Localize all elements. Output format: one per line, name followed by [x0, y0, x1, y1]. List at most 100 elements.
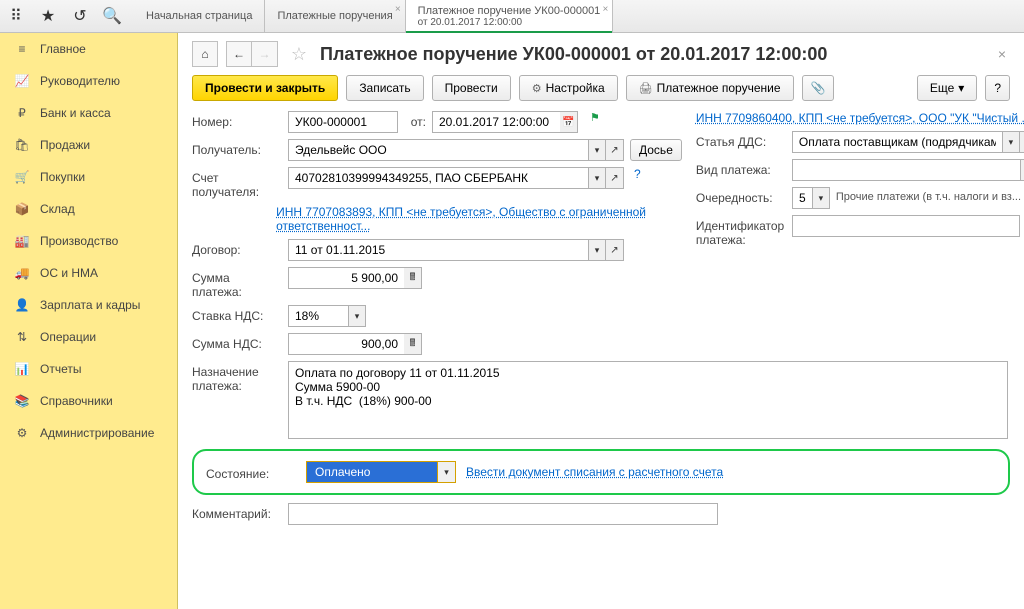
back-button[interactable]: ←	[226, 41, 252, 67]
dds-label: Статья ДДС:	[696, 131, 786, 149]
close-icon[interactable]: ×	[395, 4, 401, 15]
sidebar-item-bank[interactable]: ₽ Банк и касса	[0, 97, 177, 129]
post-button[interactable]: Провести	[432, 75, 511, 101]
status-select[interactable]: Оплачено ▾	[306, 461, 456, 483]
apps-icon[interactable]: ⠿	[0, 0, 32, 32]
dropdown-icon[interactable]: ▾	[588, 167, 606, 189]
org-inn-link[interactable]: ИНН 7709860400, КПП <не требуется>, ООО …	[696, 111, 1024, 125]
status-panel: Состояние: Оплачено ▾ Ввести документ сп…	[192, 449, 1010, 495]
person-icon: 👤	[14, 298, 30, 312]
sidebar-item-reports[interactable]: 📊Отчеты	[0, 353, 177, 385]
ident-label: Идентификатор платежа:	[696, 215, 786, 247]
favorite-button[interactable]: ☆	[286, 41, 312, 67]
paytype-label: Вид платежа:	[696, 159, 786, 177]
tab-payments[interactable]: Платежные поручения ×	[265, 0, 405, 32]
date-input[interactable]	[432, 111, 560, 133]
sidebar-item-production[interactable]: 🏭 Производство	[0, 225, 177, 257]
settings-button[interactable]: ⚙Настройка	[519, 75, 618, 101]
calculator-icon[interactable]: 🖩	[404, 333, 422, 355]
print-button[interactable]: 🖨Платежное поручение	[626, 75, 794, 101]
tab-home[interactable]: Начальная страница	[134, 0, 265, 32]
sidebar-item-label: Покупки	[40, 170, 85, 184]
flag-icon[interactable]: ⚑	[590, 111, 600, 124]
open-icon[interactable]: ↗	[606, 239, 624, 261]
dropdown-icon[interactable]: ▾	[588, 239, 606, 261]
sidebar-item-label: Производство	[40, 234, 118, 248]
dropdown-icon[interactable]: ▾	[437, 462, 455, 482]
gear-icon: ⚙	[14, 426, 30, 440]
page-title: Платежное поручение УК00-000001 от 20.01…	[320, 44, 986, 65]
history-icon[interactable]: ↺	[64, 0, 96, 32]
home-button[interactable]: ⌂	[192, 41, 218, 67]
paytype-input[interactable]	[792, 159, 1020, 181]
search-icon[interactable]: 🔍	[96, 0, 128, 32]
sidebar-item-label: Продажи	[40, 138, 90, 152]
forward-button[interactable]: →	[252, 41, 278, 67]
attach-button[interactable]: 📎	[802, 75, 835, 101]
status-value: Оплачено	[307, 462, 437, 482]
sidebar-item-assets[interactable]: 🚚ОС и НМА	[0, 257, 177, 289]
sum-input[interactable]	[288, 267, 404, 289]
tabs-bar: Начальная страница Платежные поручения ×…	[134, 0, 613, 32]
menu-icon: ≡	[14, 42, 30, 56]
top-toolbar: ⠿ ★ ↺ 🔍 Начальная страница Платежные пор…	[0, 0, 1024, 33]
vat-rate-input[interactable]	[288, 305, 348, 327]
dropdown-icon[interactable]: ▾	[588, 139, 606, 161]
ruble-icon: ₽	[14, 106, 30, 120]
sidebar-item-label: Главное	[40, 42, 86, 56]
purpose-label: Назначение платежа:	[192, 361, 282, 393]
priority-input[interactable]	[792, 187, 812, 209]
dds-input[interactable]	[792, 131, 1002, 153]
recipient-input[interactable]	[288, 139, 588, 161]
sidebar-item-warehouse[interactable]: 📦Склад	[0, 193, 177, 225]
sidebar-item-salary[interactable]: 👤Зарплата и кадры	[0, 289, 177, 321]
close-icon[interactable]: ×	[602, 4, 608, 15]
purpose-textarea[interactable]	[288, 361, 1008, 439]
more-button[interactable]: Еще ▾	[917, 75, 977, 101]
create-writeoff-link[interactable]: Ввести документ списания с расчетного сч…	[466, 465, 723, 479]
help-icon[interactable]: ?	[634, 167, 641, 181]
comment-input[interactable]	[288, 503, 718, 525]
sidebar-item-admin[interactable]: ⚙Администрирование	[0, 417, 177, 449]
sidebar-item-label: Банк и касса	[40, 106, 111, 120]
factory-icon: 🏭	[14, 234, 30, 248]
dropdown-icon[interactable]: ▾	[812, 187, 830, 209]
save-button[interactable]: Записать	[346, 75, 423, 101]
sidebar-item-operations[interactable]: ⇅Операции	[0, 321, 177, 353]
close-button[interactable]: ×	[994, 42, 1010, 66]
print-icon: 🖨	[639, 82, 653, 95]
priority-label: Очередность:	[696, 187, 786, 205]
comment-label: Комментарий:	[192, 503, 282, 521]
calculator-icon[interactable]: 🖩	[404, 267, 422, 289]
date-label: от:	[404, 111, 426, 129]
ident-input[interactable]	[792, 215, 1020, 237]
sidebar-item-purchases[interactable]: 🛒Покупки	[0, 161, 177, 193]
priority-text: Прочие платежи (в т.ч. налоги и вз...	[836, 187, 1021, 203]
contract-input[interactable]	[288, 239, 588, 261]
help-button[interactable]: ?	[985, 75, 1010, 101]
vat-sum-label: Сумма НДС:	[192, 333, 282, 351]
tab-label: Платежные поручения	[277, 10, 392, 22]
number-input[interactable]	[288, 111, 398, 133]
dropdown-icon[interactable]: ▾	[1002, 131, 1020, 153]
tab-payment-doc[interactable]: Платежное поручение УК00-000001 от 20.01…	[406, 0, 614, 32]
account-input[interactable]	[288, 167, 588, 189]
open-icon[interactable]: ↗	[606, 139, 624, 161]
vat-sum-input[interactable]	[288, 333, 404, 355]
open-icon[interactable]: ↗	[1020, 131, 1024, 153]
calendar-icon[interactable]: 📅	[560, 111, 578, 133]
dossier-button[interactable]: Досье	[630, 139, 682, 161]
sidebar-item-manager[interactable]: 📈Руководителю	[0, 65, 177, 97]
star-icon[interactable]: ★	[32, 0, 64, 32]
submit-close-button[interactable]: Провести и закрыть	[192, 75, 338, 101]
open-icon[interactable]: ↗	[606, 167, 624, 189]
sidebar-item-main[interactable]: ≡ Главное	[0, 33, 177, 65]
gear-icon: ⚙	[532, 82, 542, 95]
chart-icon: 📈	[14, 74, 30, 88]
sidebar-item-sales[interactable]: 🛍Продажи	[0, 129, 177, 161]
dropdown-icon[interactable]: ▾	[348, 305, 366, 327]
sidebar-item-catalogs[interactable]: 📚Справочники	[0, 385, 177, 417]
inn-link[interactable]: ИНН 7707083893, КПП <не требуется>, Обще…	[276, 205, 682, 233]
dropdown-icon[interactable]: ▾	[1020, 159, 1024, 181]
truck-icon: 🚚	[14, 266, 30, 280]
